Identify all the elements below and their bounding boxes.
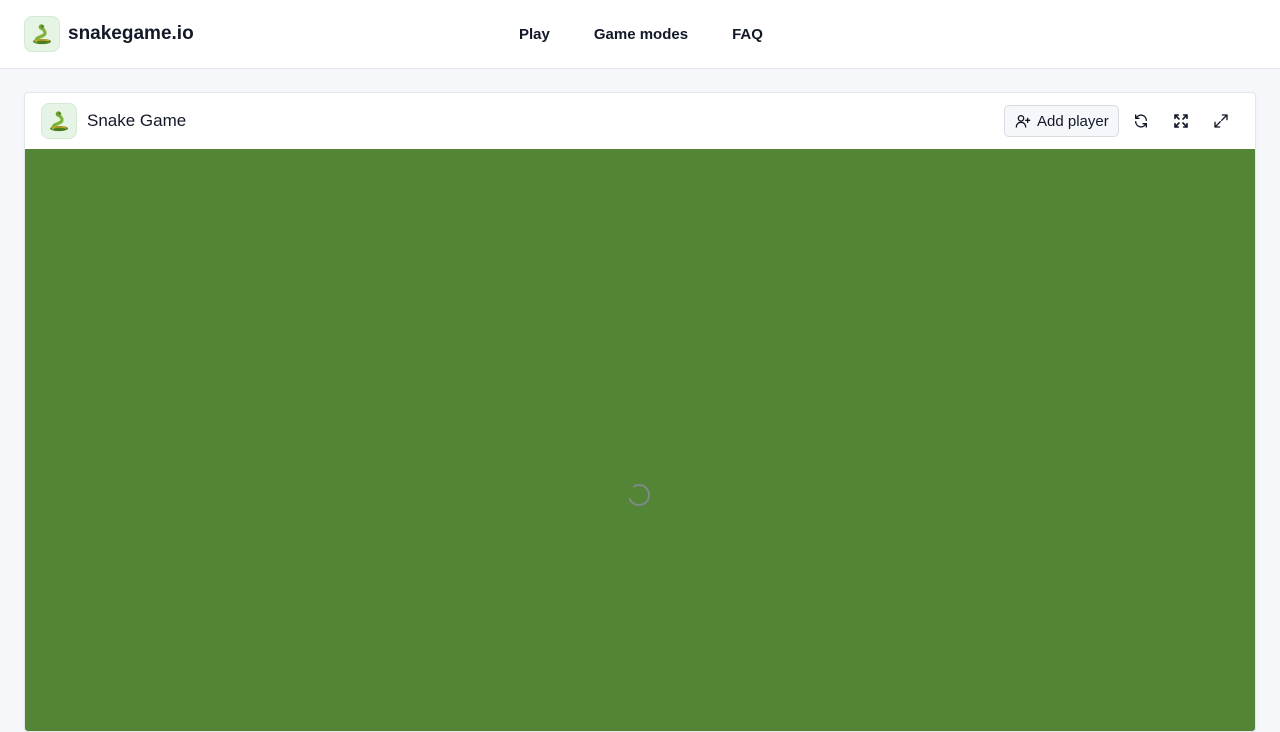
snake-logo-icon <box>24 16 60 52</box>
refresh-icon <box>1133 113 1149 129</box>
refresh-button[interactable] <box>1129 109 1153 133</box>
user-plus-icon <box>1015 113 1031 129</box>
fullscreen-button[interactable] <box>1169 109 1193 133</box>
nav-play[interactable]: Play <box>519 25 550 45</box>
top-navbar: snakegame.io Play Game modes FAQ <box>0 0 1280 69</box>
game-panel: Snake Game Add player <box>24 92 1256 732</box>
snake-icon <box>41 103 77 139</box>
game-board[interactable] <box>25 149 1255 731</box>
loading-spinner-icon <box>627 483 651 507</box>
expand-button[interactable] <box>1209 109 1233 133</box>
game-title: Snake Game <box>87 111 187 130</box>
nav-game-modes[interactable]: Game modes <box>594 25 688 45</box>
nav-faq[interactable]: FAQ <box>732 25 763 45</box>
game-panel-header: Snake Game Add player <box>25 93 1255 149</box>
fullscreen-icon <box>1173 113 1189 129</box>
add-player-button[interactable]: Add player <box>1004 105 1119 137</box>
site-name: snakegame.io <box>68 23 194 44</box>
main-nav: Play Game modes FAQ <box>519 25 763 45</box>
site-brand[interactable]: snakegame.io <box>24 16 194 52</box>
add-player-label: Add player <box>1037 112 1109 130</box>
expand-icon <box>1213 113 1229 129</box>
